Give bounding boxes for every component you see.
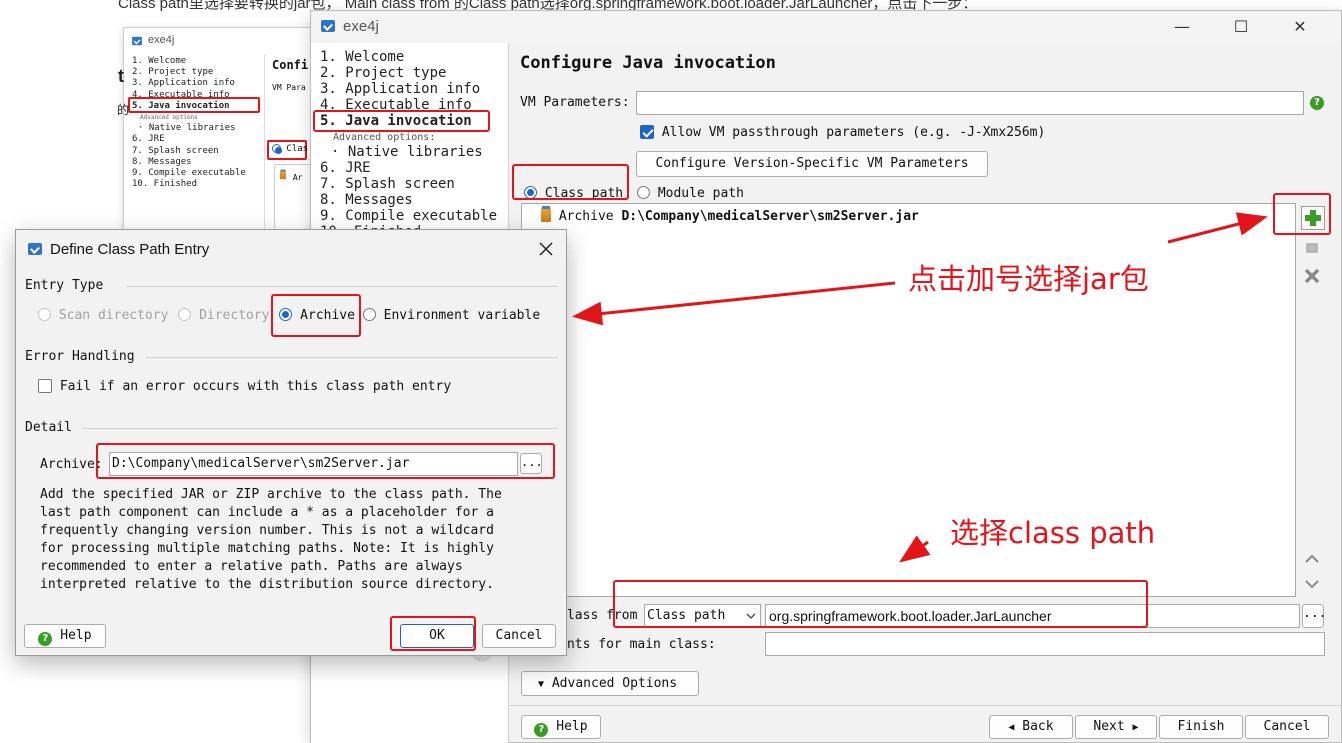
arrow-to-archive-radio — [572, 281, 896, 326]
annotation-select-classpath: 选择class path — [950, 516, 1156, 550]
arrow-to-main-class — [899, 535, 931, 563]
annotation-arrows — [572, 212, 1268, 563]
annotation-click-plus: 点击加号选择jar包 — [908, 262, 1149, 296]
arrow-to-add-button — [1167, 212, 1268, 244]
